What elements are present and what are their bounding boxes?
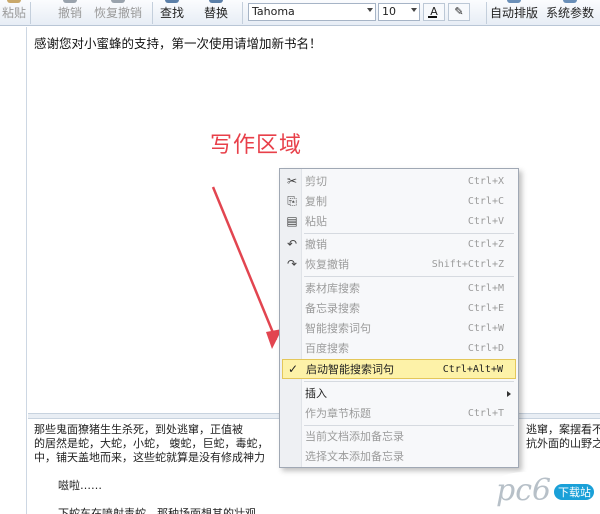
pc6-logo: pc6 下载站 [490, 472, 594, 508]
svg-text:下载站: 下载站 [558, 485, 591, 499]
context-menu: ✂ 剪切 Ctrl+X ⎘ 复制 Ctrl+C ▤ 粘贴 Ctrl+V ↶ 撤销… [279, 168, 519, 468]
redo-icon [111, 0, 125, 3]
menu-item-undo[interactable]: ↶ 撤销 Ctrl+Z [282, 235, 516, 255]
paste-button[interactable]: 粘贴 [2, 0, 26, 26]
annotation-label: 写作区域 [210, 133, 303, 158]
menu-separator [304, 425, 514, 426]
font-select[interactable]: Tahoma [248, 3, 376, 21]
toolbar-separator [486, 2, 487, 24]
menu-separator [304, 381, 514, 382]
welcome-text: 感谢您对小蜜蜂的支持，第一次使用请增加新书名！ [34, 36, 322, 51]
menu-item-add-doc-memo[interactable]: 当前文档添加备忘录 [282, 427, 516, 447]
pen-icon: ✎ [454, 5, 464, 18]
menu-item-enable-smart-search[interactable]: ✓ 启动智能搜索词句 Ctrl+Alt+W [282, 359, 516, 379]
menu-item-memo-search[interactable]: 备忘录搜索 Ctrl+E [282, 299, 516, 319]
settings-button[interactable]: 系统参数 [546, 0, 594, 26]
undo-button[interactable]: 撤销 [58, 0, 82, 26]
toolbar-separator [242, 2, 243, 24]
toolbar-separator [152, 2, 153, 24]
chevron-right-icon [507, 391, 511, 397]
menu-item-redo[interactable]: ↷ 恢复撤销 Shift+Ctrl+Z [282, 255, 516, 275]
menu-item-paste[interactable]: ▤ 粘贴 Ctrl+V [282, 212, 516, 232]
redo-icon: ↷ [286, 257, 298, 271]
auto-layout-button[interactable]: 自动排版 [490, 0, 538, 26]
redo-button[interactable]: 恢复撤销 [94, 0, 142, 26]
highlight-color-button[interactable]: ✎ [448, 3, 470, 21]
replace-button[interactable]: 替换 [204, 0, 228, 26]
menu-item-set-chapter-title[interactable]: 作为章节标题 Ctrl+T [282, 404, 516, 424]
text-line: 嗞啦…… [58, 479, 102, 492]
toolbar: 粘贴 撤销 恢复撤销 查找 替换 Tahoma 10 A ✎ 自动排版 系统参数 [0, 0, 600, 26]
scissors-icon: ✂ [286, 174, 298, 188]
menu-item-material-search[interactable]: 素材库搜索 Ctrl+M [282, 279, 516, 299]
left-panel [0, 27, 27, 514]
menu-separator [304, 233, 514, 234]
chevron-down-icon [367, 8, 373, 12]
menu-item-insert[interactable]: 插入 [282, 384, 516, 404]
replace-icon [209, 0, 223, 3]
menu-item-add-selection-memo[interactable]: 选择文本添加备忘录 [282, 447, 516, 467]
paste-icon [7, 0, 21, 3]
menu-item-smart-search[interactable]: 智能搜索词句 Ctrl+W [282, 319, 516, 339]
find-icon [165, 0, 179, 3]
gear-icon [563, 0, 577, 3]
toolbar-separator [30, 2, 31, 24]
font-color-bar [428, 16, 437, 18]
find-button[interactable]: 查找 [160, 0, 184, 26]
text-line: 抗外面的山野之 [526, 437, 600, 450]
undo-icon: ↶ [286, 237, 298, 251]
menu-item-copy[interactable]: ⎘ 复制 Ctrl+C [282, 192, 516, 212]
undo-icon [63, 0, 77, 3]
text-line: 下蛇车在喷射毒蛇，那种场面想其的壮观 [58, 507, 256, 514]
font-size-select[interactable]: 10 [378, 3, 420, 21]
copy-icon: ⎘ [287, 194, 297, 208]
clipboard-icon: ▤ [286, 214, 298, 228]
check-icon: ✓ [287, 362, 299, 376]
menu-separator [304, 276, 514, 277]
chevron-down-icon [411, 8, 417, 12]
text-line: 中，铺天盖地而来，这些蛇就算是没有修成神力 [34, 451, 265, 464]
font-color-button[interactable]: A [423, 3, 445, 21]
menu-item-baidu-search[interactable]: 百度搜索 Ctrl+D [282, 339, 516, 359]
menu-item-cut[interactable]: ✂ 剪切 Ctrl+X [282, 172, 516, 192]
layout-icon [507, 0, 521, 3]
svg-text:pc6: pc6 [496, 473, 551, 508]
